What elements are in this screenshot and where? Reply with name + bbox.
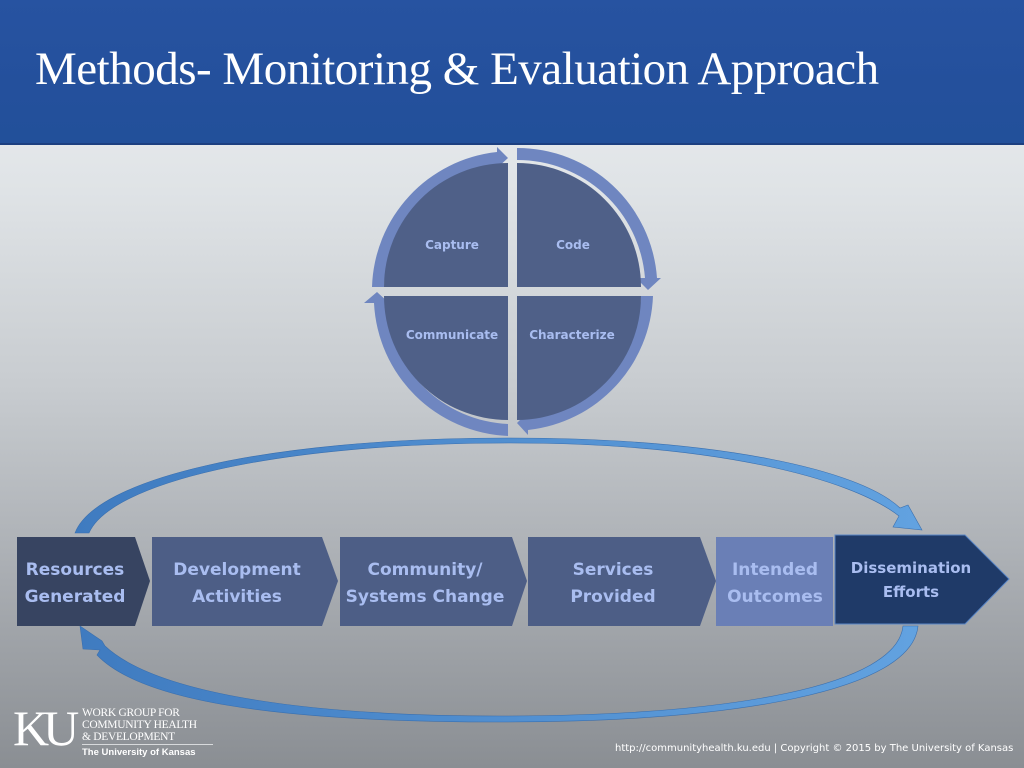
- process-step-intended-outcomes: Intended Outcomes: [716, 537, 833, 626]
- step-label-line2: Generated: [25, 587, 126, 607]
- step-label-line1: Services: [573, 560, 654, 580]
- step-label-line1: Dissemination: [851, 559, 972, 577]
- diagram: Capture Code Characterize Communicate Re…: [17, 147, 1010, 723]
- quadrant-label-code: Code: [556, 238, 590, 252]
- logo-line: COMMUNITY HEALTH: [82, 719, 197, 731]
- step-label-line2: Systems Change: [346, 587, 505, 607]
- quadrant-capture: [384, 163, 508, 287]
- quadrant-label-characterize: Characterize: [529, 328, 615, 342]
- process-step-development-activities: Development Activities: [152, 537, 338, 626]
- ku-logo: KU WORK GROUP FOR COMMUNITY HEALTH & DEV…: [13, 703, 213, 759]
- quadrant-communicate: [384, 296, 508, 420]
- step-label-line2: Outcomes: [727, 587, 823, 607]
- quadrant-characterize: [517, 296, 641, 420]
- quadrant-label-capture: Capture: [425, 238, 479, 252]
- step-label-line1: Resources: [26, 560, 125, 580]
- quadrant-label-communicate: Communicate: [406, 328, 498, 342]
- step-label-line2: Efforts: [883, 583, 939, 601]
- feedback-arrow-top: [74, 437, 923, 534]
- cycle-diagram: Capture Code Characterize Communicate: [364, 147, 661, 436]
- process-step-community-systems-change: Community/ Systems Change: [340, 537, 527, 626]
- step-label-line2: Activities: [192, 587, 282, 607]
- process-step-dissemination-efforts: Dissemination Efforts: [834, 534, 1010, 625]
- logo-university: The University of Kansas: [82, 747, 196, 758]
- logo-divider: [82, 744, 213, 745]
- process-step-services-provided: Services Provided: [528, 537, 716, 626]
- quadrant-code: [517, 163, 641, 287]
- step-label-line1: Community/: [367, 560, 483, 580]
- step-label-line2: Provided: [570, 587, 655, 607]
- logo-line: & DEVELOPMENT: [82, 731, 175, 743]
- process-flow: Resources Generated Development Activiti…: [17, 534, 1010, 626]
- step-label-line1: Intended: [732, 560, 818, 580]
- logo-org-name: WORK GROUP FOR COMMUNITY HEALTH & DEVELO…: [82, 707, 197, 743]
- ku-mark: KU: [13, 700, 79, 756]
- logo-line: WORK GROUP FOR: [82, 707, 180, 719]
- footer-copyright: http://communityhealth.ku.edu | Copyrigh…: [615, 743, 1014, 754]
- process-step-resources-generated: Resources Generated: [17, 537, 150, 626]
- step-label-line1: Development: [173, 560, 300, 580]
